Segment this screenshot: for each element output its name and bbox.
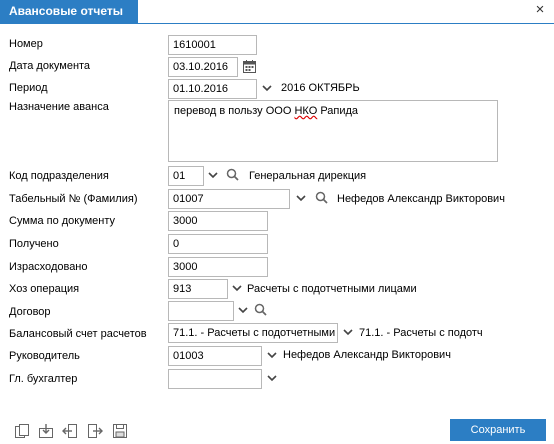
- hoz-oper-select[interactable]: 913: [168, 279, 228, 299]
- chevron-down-icon[interactable]: [262, 83, 272, 93]
- buhgalter-select[interactable]: [168, 369, 262, 389]
- chevron-down-icon[interactable]: [267, 350, 277, 360]
- summa-input[interactable]: 3000: [168, 211, 268, 231]
- nomer-label: Номер: [9, 38, 43, 50]
- period-label: Период: [9, 82, 48, 94]
- naznachenie-text-start: перевод в пользу ООО: [174, 105, 295, 117]
- naznachenie-textarea[interactable]: перевод в пользу ООО НКО Рапида: [168, 100, 498, 162]
- rukovoditel-label: Руководитель: [9, 350, 80, 362]
- title-underline: [0, 23, 554, 24]
- tabel-select[interactable]: 01007: [168, 189, 290, 209]
- window-title: Авансовые отчеты: [0, 0, 138, 23]
- save-disk-icon[interactable]: [112, 423, 128, 439]
- import-icon[interactable]: [38, 423, 54, 439]
- calendar-icon[interactable]: [242, 59, 257, 74]
- tabel-label: Табельный № (Фамилия): [9, 193, 138, 205]
- dogovor-select[interactable]: [168, 301, 234, 321]
- izrashodovano-input[interactable]: 3000: [168, 257, 268, 277]
- chevron-down-icon[interactable]: [343, 327, 353, 337]
- chevron-down-icon[interactable]: [267, 373, 277, 383]
- rukovoditel-select[interactable]: 01003: [168, 346, 262, 366]
- polucheno-label: Получено: [9, 238, 59, 250]
- export-left-icon[interactable]: [62, 423, 78, 439]
- copy-icon[interactable]: [14, 423, 30, 439]
- naznachenie-label: Назначение аванса: [9, 101, 109, 113]
- period-input[interactable]: 01.10.2016: [168, 79, 257, 99]
- data-doc-input[interactable]: 03.10.2016: [168, 57, 238, 77]
- buhgalter-label: Гл. бухгалтер: [9, 373, 78, 385]
- polucheno-input[interactable]: 0: [168, 234, 268, 254]
- tabel-caption: Нефедов Александр Викторович: [337, 193, 505, 205]
- summa-label: Сумма по документу: [9, 215, 116, 227]
- rukovoditel-caption: Нефедов Александр Викторович: [283, 349, 451, 361]
- chevron-down-icon[interactable]: [232, 283, 242, 293]
- balans-label: Балансовый счет расчетов: [9, 328, 147, 340]
- dogovor-label: Договор: [9, 306, 51, 318]
- nomer-input[interactable]: 1610001: [168, 35, 257, 55]
- save-button[interactable]: Сохранить: [450, 419, 546, 441]
- hoz-oper-label: Хоз операция: [9, 283, 80, 295]
- chevron-down-icon[interactable]: [296, 193, 306, 203]
- data-doc-label: Дата документа: [9, 60, 91, 72]
- kod-podr-select[interactable]: 01: [168, 166, 204, 186]
- balans-caption: 71.1. - Расчеты с подотч: [359, 327, 483, 339]
- search-icon[interactable]: [254, 303, 267, 316]
- search-icon[interactable]: [315, 191, 328, 204]
- izrashodovano-label: Израсходовано: [9, 261, 88, 273]
- naznachenie-text-misspelled: НКО: [294, 105, 318, 117]
- balans-select[interactable]: 71.1. - Расчеты с подотчетными: [168, 323, 338, 343]
- kod-podr-caption: Генеральная дирекция: [249, 170, 367, 182]
- period-caption: 2016 ОКТЯБРЬ: [281, 82, 360, 94]
- close-icon[interactable]: ×: [533, 2, 547, 17]
- chevron-down-icon[interactable]: [208, 170, 218, 180]
- export-right-icon[interactable]: [87, 423, 103, 439]
- naznachenie-text-end: Рапида: [317, 105, 359, 117]
- kod-podr-label: Код подразделения: [9, 170, 109, 182]
- search-icon[interactable]: [226, 168, 239, 181]
- hoz-oper-caption: Расчеты с подотчетными лицами: [247, 283, 417, 295]
- chevron-down-icon[interactable]: [238, 305, 248, 315]
